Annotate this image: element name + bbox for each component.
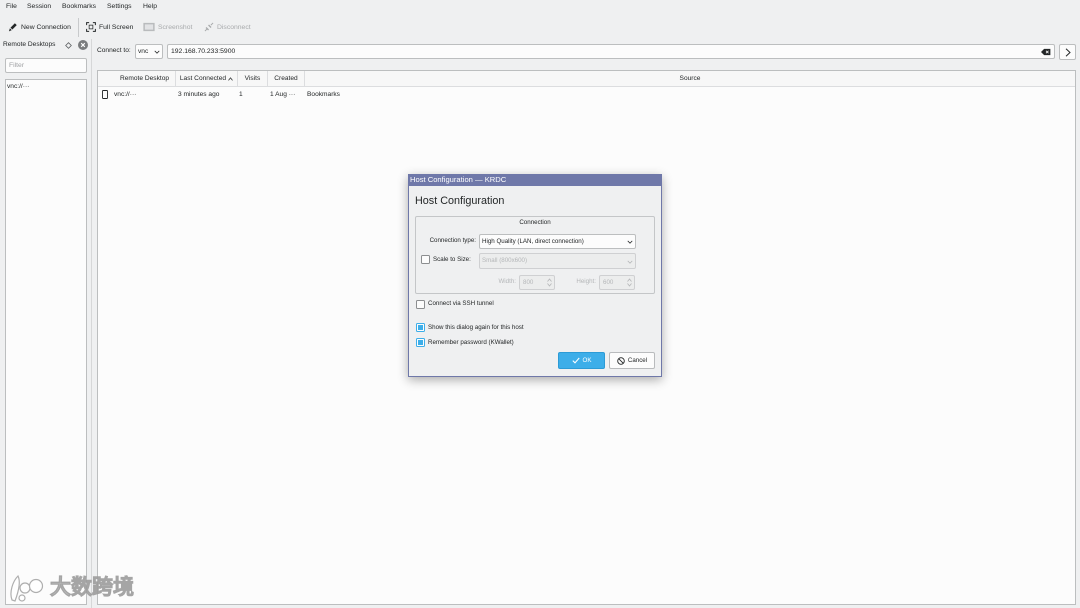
column-header-source[interactable]: Source <box>305 71 1075 87</box>
column-header-remote-desktop[interactable]: Remote Desktop <box>98 71 176 87</box>
watermark-text: 大数跨境 <box>50 576 135 600</box>
go-button[interactable] <box>1059 44 1076 60</box>
connection-type-value: High Quality (LAN, direct connection) <box>482 238 584 245</box>
filter-input[interactable] <box>5 58 87 73</box>
list-item[interactable]: vnc://··· <box>7 82 29 92</box>
cell-remote-desktop: vnc://··· <box>114 91 137 98</box>
menubar: File Session Bookmarks Settings Help <box>0 0 1080 15</box>
screenshot-label: Screenshot <box>158 24 193 31</box>
remember-password-label: Remember password (KWallet) <box>428 339 514 346</box>
connection-type-label: Connection type: <box>429 237 476 244</box>
dialog-window-title: Host Configuration — KRDC <box>410 175 507 184</box>
column-header-last-connected[interactable]: Last Connected <box>176 71 238 87</box>
toolbar-separator <box>78 18 79 37</box>
full-screen-button[interactable]: Full Screen <box>84 18 136 37</box>
cancel-button[interactable]: Cancel <box>609 352 655 369</box>
ok-label: OK <box>582 357 592 364</box>
chevron-right-icon <box>1065 48 1071 57</box>
chevron-up-icon <box>228 76 233 81</box>
menu-file[interactable]: File <box>6 2 17 12</box>
screenshot-button[interactable]: Screenshot <box>141 18 195 37</box>
table-row[interactable] <box>98 88 1075 102</box>
column-header-label: Remote Desktop <box>119 75 170 82</box>
clear-icon[interactable] <box>1041 48 1051 56</box>
protocol-value: vnc <box>138 48 149 55</box>
screenshot-icon <box>143 22 155 32</box>
check-icon <box>571 357 580 364</box>
width-label: Width: <box>498 278 516 285</box>
spin-arrows-icon <box>547 278 552 287</box>
menu-bookmarks[interactable]: Bookmarks <box>62 2 96 12</box>
ssh-tunnel-checkbox[interactable] <box>416 300 425 309</box>
cell-source: Bookmarks <box>307 91 340 98</box>
width-spinbox[interactable]: 800 <box>519 275 555 290</box>
pen-icon <box>8 22 18 32</box>
plug-icon <box>204 22 214 32</box>
chevron-down-icon <box>627 259 633 265</box>
spin-arrows-icon <box>627 278 632 287</box>
show-again-label: Show this dialog again for this host <box>428 324 524 331</box>
height-value: 600 <box>603 279 614 286</box>
cell-last-connected: 3 minutes ago <box>178 91 220 98</box>
connect-to-label: Connect to: <box>97 47 131 54</box>
close-icon[interactable] <box>78 40 88 50</box>
pin-icon[interactable] <box>65 42 72 49</box>
column-header-visits[interactable]: Visits <box>238 71 268 87</box>
show-again-checkbox[interactable] <box>416 323 425 332</box>
column-header-created[interactable]: Created <box>268 71 305 87</box>
scale-size-value: Small (800x600) <box>482 257 528 264</box>
cell-visits: 1 <box>239 91 243 98</box>
address-input[interactable] <box>167 44 1055 59</box>
dialog-titlebar[interactable]: Host Configuration — KRDC <box>409 175 661 186</box>
ok-button[interactable]: OK <box>558 352 605 369</box>
protocol-combobox[interactable]: vnc <box>135 44 163 59</box>
fullscreen-icon <box>86 22 96 32</box>
remember-password-checkbox[interactable] <box>416 338 425 347</box>
new-connection-label: New Connection <box>21 24 71 31</box>
disconnect-label: Disconnect <box>217 24 251 31</box>
toolbar: New Connection Full Screen Screenshot Di… <box>0 17 1080 38</box>
watermark-logo-icon <box>8 573 46 604</box>
dialog-heading: Host Configuration <box>415 195 505 207</box>
height-label: Height: <box>576 278 596 285</box>
column-header-label: Last Connected <box>179 75 227 82</box>
ssh-tunnel-label: Connect via SSH tunnel <box>428 300 494 307</box>
height-spinbox[interactable]: 600 <box>599 275 635 290</box>
cancel-label: Cancel <box>627 357 648 364</box>
menu-settings[interactable]: Settings <box>107 2 132 12</box>
column-header-label: Source <box>679 75 701 82</box>
scale-size-combobox[interactable]: Small (800x600) <box>479 253 636 269</box>
remote-desktops-panel: Remote Desktops vnc://··· <box>0 39 91 608</box>
panel-splitter[interactable] <box>91 39 92 608</box>
cell-created: 1 Aug ··· <box>270 91 296 98</box>
watermark: 大数跨境 <box>8 573 142 604</box>
chevron-down-icon <box>154 49 160 55</box>
remote-desktops-list[interactable]: vnc://··· <box>5 79 87 605</box>
scale-to-size-label: Scale to Size: <box>433 256 471 263</box>
chevron-down-icon <box>627 239 633 245</box>
connection-type-combobox[interactable]: High Quality (LAN, direct connection) <box>479 234 636 249</box>
full-screen-label: Full Screen <box>99 24 134 31</box>
cancel-icon <box>617 356 625 365</box>
group-title: Connection <box>519 219 551 226</box>
new-connection-button[interactable]: New Connection <box>6 18 72 37</box>
width-value: 800 <box>523 279 534 286</box>
menu-help[interactable]: Help <box>143 2 157 12</box>
display-icon <box>102 90 108 99</box>
disconnect-button[interactable]: Disconnect <box>202 18 256 37</box>
scale-to-size-checkbox[interactable] <box>421 255 430 264</box>
column-header-label: Visits <box>244 75 261 82</box>
panel-title: Remote Desktops <box>3 41 56 48</box>
host-configuration-dialog: Host Configuration — KRDC Host Configura… <box>408 174 662 377</box>
menu-session[interactable]: Session <box>27 2 51 12</box>
column-header-label: Created <box>274 75 298 82</box>
